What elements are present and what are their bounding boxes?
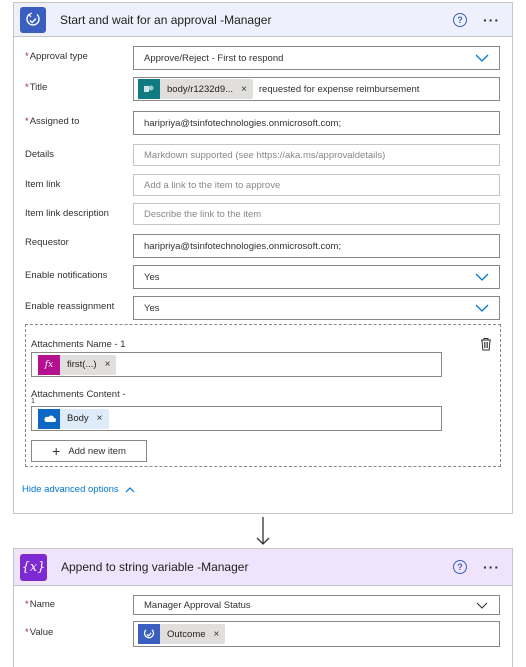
approval-action-card: Start and wait for an approval -Manager … bbox=[13, 2, 513, 514]
assigned-to-label: Assigned to bbox=[29, 116, 80, 127]
title-field[interactable]: body/r1232d9... × requested for expense … bbox=[133, 77, 500, 101]
enable-notifications-row: Enable notifications Yes bbox=[14, 265, 512, 289]
outcome-token[interactable]: Outcome × bbox=[138, 624, 226, 644]
item-link-row: Item link Add a link to the item to appr… bbox=[14, 174, 512, 196]
fx-icon: fx bbox=[38, 354, 60, 375]
remove-token-icon[interactable]: × bbox=[214, 629, 220, 640]
enable-notifications-label: Enable notifications bbox=[25, 270, 108, 281]
title-token[interactable]: body/r1232d9... × bbox=[138, 79, 253, 99]
title-token-text: body/r1232d9... bbox=[167, 83, 234, 95]
add-new-item-label: Add new item bbox=[68, 445, 126, 457]
assigned-to-field[interactable]: haripriya@tsinfotechnologies.onmicrosoft… bbox=[133, 111, 500, 135]
more-icon[interactable]: ··· bbox=[483, 12, 500, 28]
chevron-up-icon bbox=[125, 487, 135, 493]
append-variable-card: {x} Append to string variable -Manager ?… bbox=[13, 548, 513, 667]
expression-token[interactable]: fx first(...) × bbox=[38, 354, 117, 375]
variable-card-title: Append to string variable -Manager bbox=[61, 560, 249, 574]
requestor-value: haripriya@tsinfotechnologies.onmicrosoft… bbox=[144, 240, 342, 252]
item-link-placeholder: Add a link to the item to approve bbox=[144, 179, 281, 191]
item-link-field[interactable]: Add a link to the item to approve bbox=[133, 174, 500, 196]
chevron-down-icon[interactable] bbox=[475, 271, 489, 283]
details-row: Details Markdown supported (see https://… bbox=[14, 144, 512, 166]
enable-notifications-dropdown[interactable]: Yes bbox=[133, 265, 500, 289]
item-link-description-placeholder: Describe the link to the item bbox=[144, 208, 262, 220]
onedrive-icon bbox=[38, 408, 60, 429]
attachments-name-label: Attachments Name - 1 bbox=[31, 339, 126, 350]
required-marker: * bbox=[25, 627, 29, 638]
add-new-item-button[interactable]: + Add new item bbox=[31, 440, 147, 462]
variable-name-value: Manager Approval Status bbox=[144, 599, 251, 611]
requestor-label: Requestor bbox=[25, 237, 69, 248]
chevron-down-icon[interactable] bbox=[475, 52, 489, 64]
required-marker: * bbox=[25, 599, 29, 610]
variable-name-label: Name bbox=[29, 599, 56, 610]
approval-icon bbox=[138, 624, 160, 644]
help-icon[interactable]: ? bbox=[453, 560, 467, 574]
requestor-row: Requestor haripriya@tsinfotechnologies.o… bbox=[14, 234, 512, 258]
details-field[interactable]: Markdown supported (see https://aka.ms/a… bbox=[133, 144, 500, 166]
variable-value-label: Value bbox=[29, 627, 54, 638]
body-token-text: Body bbox=[67, 413, 89, 424]
more-icon[interactable]: ··· bbox=[483, 559, 500, 575]
attachments-section: Attachments Name - 1 fx first(...) × Att… bbox=[25, 324, 501, 467]
details-placeholder: Markdown supported (see https://aka.ms/a… bbox=[144, 149, 386, 161]
title-suffix-text: requested for expense reimbursement bbox=[258, 83, 420, 95]
attachments-name-field[interactable]: fx first(...) × bbox=[31, 352, 442, 377]
outcome-token-text: Outcome bbox=[167, 628, 206, 640]
trash-icon[interactable] bbox=[479, 337, 493, 351]
requestor-field[interactable]: haripriya@tsinfotechnologies.onmicrosoft… bbox=[133, 234, 500, 258]
body-token[interactable]: Body × bbox=[38, 408, 109, 429]
enable-notifications-value: Yes bbox=[144, 271, 160, 283]
details-label: Details bbox=[25, 149, 55, 160]
item-link-description-row: Item link description Describe the link … bbox=[14, 203, 512, 225]
approval-type-value: Approve/Reject - First to respond bbox=[144, 52, 284, 64]
attachments-content-field[interactable]: Body × bbox=[31, 406, 442, 431]
enable-reassignment-row: Enable reassignment Yes bbox=[14, 296, 512, 320]
arrow-down-icon bbox=[256, 517, 270, 545]
chevron-down-icon[interactable] bbox=[475, 600, 489, 612]
item-link-label: Item link bbox=[25, 179, 61, 190]
remove-token-icon[interactable]: × bbox=[241, 84, 247, 95]
enable-reassignment-dropdown[interactable]: Yes bbox=[133, 296, 500, 320]
plus-icon: + bbox=[52, 443, 61, 459]
required-marker: * bbox=[25, 51, 29, 62]
attachments-content-label: Attachments Content - bbox=[31, 389, 126, 400]
remove-token-icon[interactable]: × bbox=[105, 359, 111, 370]
approval-type-row: *Approval type Approve/Reject - First to… bbox=[14, 46, 512, 70]
variable-card-header[interactable]: {x} Append to string variable -Manager ?… bbox=[14, 549, 512, 586]
approval-card-header[interactable]: Start and wait for an approval -Manager … bbox=[14, 3, 512, 37]
variable-name-row: *Name Manager Approval Status bbox=[14, 595, 512, 615]
hide-advanced-options-link[interactable]: Hide advanced options bbox=[22, 484, 135, 495]
required-marker: * bbox=[25, 82, 29, 93]
variable-value-field[interactable]: Outcome × bbox=[133, 621, 500, 647]
item-link-description-label: Item link description bbox=[25, 208, 109, 219]
help-icon[interactable]: ? bbox=[453, 12, 467, 27]
approval-icon bbox=[20, 6, 46, 33]
assigned-to-value: haripriya@tsinfotechnologies.onmicrosoft… bbox=[144, 117, 342, 129]
remove-token-icon[interactable]: × bbox=[97, 413, 103, 424]
assigned-to-row: *Assigned to haripriya@tsinfotechnologie… bbox=[14, 111, 512, 135]
approval-type-dropdown[interactable]: Approve/Reject - First to respond bbox=[133, 46, 500, 70]
enable-reassignment-value: Yes bbox=[144, 302, 160, 314]
variable-icon: {x} bbox=[20, 553, 47, 581]
sharepoint-icon bbox=[138, 79, 160, 99]
approval-type-label: Approval type bbox=[29, 51, 88, 62]
enable-reassignment-label: Enable reassignment bbox=[25, 301, 115, 312]
variable-name-dropdown[interactable]: Manager Approval Status bbox=[133, 595, 500, 615]
expression-token-text: first(...) bbox=[67, 359, 97, 370]
title-label: Title bbox=[29, 82, 48, 93]
variable-value-row: *Value Outcome × bbox=[14, 621, 512, 647]
title-row: *Title body/r1232d9... × requested for e… bbox=[14, 77, 512, 101]
required-marker: * bbox=[25, 116, 29, 127]
item-link-description-field[interactable]: Describe the link to the item bbox=[133, 203, 500, 225]
hide-advanced-options-label: Hide advanced options bbox=[22, 484, 119, 495]
approval-card-title: Start and wait for an approval -Manager bbox=[60, 12, 272, 27]
attachments-content-label-cont: 1 bbox=[31, 398, 35, 405]
chevron-down-icon[interactable] bbox=[475, 302, 489, 314]
